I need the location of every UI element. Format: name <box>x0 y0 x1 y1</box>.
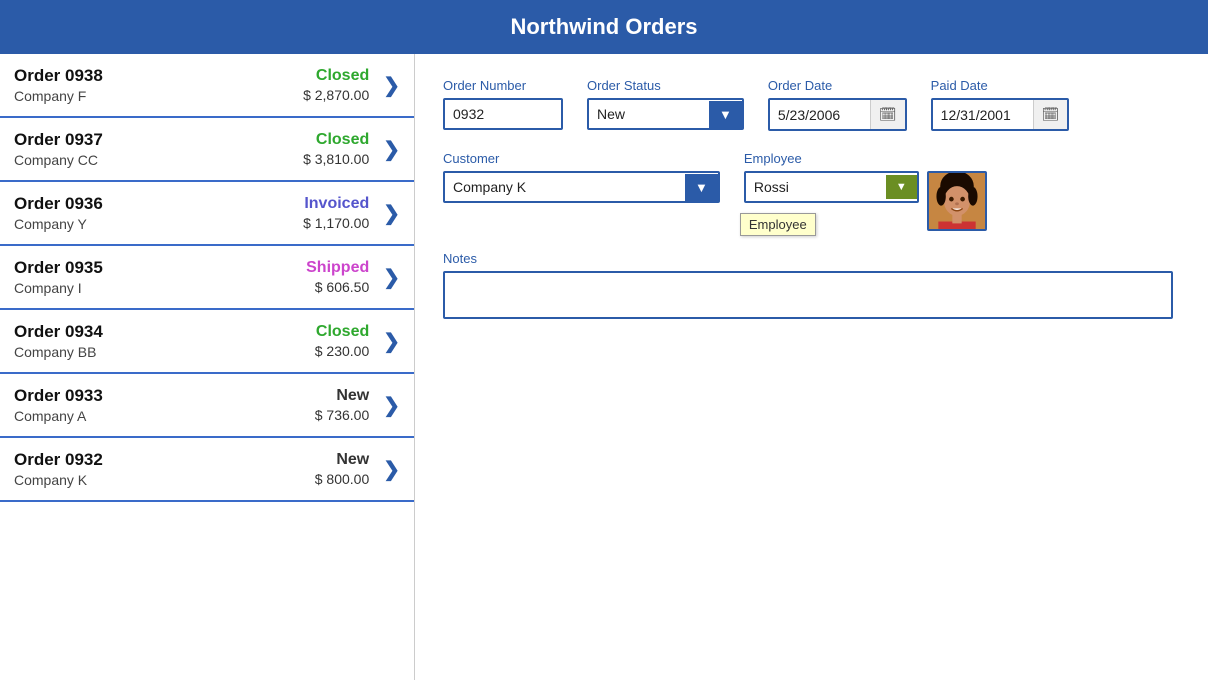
order-chevron-icon[interactable]: ❯ <box>383 329 400 354</box>
order-chevron-icon[interactable]: ❯ <box>383 265 400 290</box>
customer-select[interactable]: Company ACompany BCompany FCompany IComp… <box>445 173 685 201</box>
order-status-amount: New $ 800.00 <box>315 451 370 487</box>
order-amount: $ 2,870.00 <box>303 87 369 103</box>
order-date-input-wrapper: 🗓 <box>768 98 907 131</box>
order-status: New <box>315 387 370 405</box>
order-company: Company A <box>14 408 315 424</box>
order-info: Order 0937 Company CC <box>14 130 303 168</box>
order-item-order-0934[interactable]: Order 0934 Company BB Closed $ 230.00 ❯ <box>0 310 414 374</box>
employee-photo <box>927 171 987 231</box>
order-status-amount: Closed $ 3,810.00 <box>303 131 369 167</box>
order-title: Order 0936 <box>14 194 303 214</box>
order-date-input[interactable] <box>770 101 870 129</box>
order-item-order-0936[interactable]: Order 0936 Company Y Invoiced $ 1,170.00… <box>0 182 414 246</box>
order-item-order-0935[interactable]: Order 0935 Company I Shipped $ 606.50 ❯ <box>0 246 414 310</box>
order-status-dropdown-btn[interactable]: ▼ <box>709 101 742 128</box>
order-date-group: Order Date 🗓 <box>768 78 907 131</box>
order-info: Order 0933 Company A <box>14 386 315 424</box>
order-company: Company BB <box>14 344 315 360</box>
app-title: Northwind Orders <box>510 14 697 39</box>
order-chevron-icon[interactable]: ❯ <box>383 201 400 226</box>
order-status-amount: Shipped $ 606.50 <box>306 259 369 295</box>
order-amount: $ 3,810.00 <box>303 151 369 167</box>
order-status-label: Order Status <box>587 78 744 93</box>
order-title: Order 0937 <box>14 130 303 150</box>
order-title: Order 0938 <box>14 66 303 86</box>
employee-group: Employee ▼ Employee <box>744 151 987 231</box>
employee-input[interactable] <box>746 173 886 201</box>
order-chevron-icon[interactable]: ❯ <box>383 137 400 162</box>
order-info: Order 0938 Company F <box>14 66 303 104</box>
paid-date-group: Paid Date 🗓 <box>931 78 1070 131</box>
notes-textarea[interactable] <box>443 271 1173 319</box>
order-status-amount: Closed $ 230.00 <box>315 323 370 359</box>
order-company: Company K <box>14 472 315 488</box>
order-status: Closed <box>315 323 370 341</box>
app-header: Northwind Orders <box>0 0 1208 54</box>
notes-group: Notes <box>443 251 1180 319</box>
order-company: Company Y <box>14 216 303 232</box>
order-number-label: Order Number <box>443 78 563 93</box>
order-amount: $ 606.50 <box>306 279 369 295</box>
form-row-2: Customer Company ACompany BCompany FComp… <box>443 151 1180 231</box>
order-title: Order 0933 <box>14 386 315 406</box>
order-status: Closed <box>303 67 369 85</box>
order-item-order-0932[interactable]: Order 0932 Company K New $ 800.00 ❯ <box>0 438 414 502</box>
order-info: Order 0936 Company Y <box>14 194 303 232</box>
order-company: Company F <box>14 88 303 104</box>
order-status: Shipped <box>306 259 369 277</box>
customer-dropdown-btn[interactable]: ▼ <box>685 174 718 201</box>
order-status-select-wrapper: NewInvoicedShippedClosed ▼ <box>587 98 744 130</box>
order-title: Order 0935 <box>14 258 306 278</box>
employee-tooltip: Employee <box>740 213 816 236</box>
order-chevron-icon[interactable]: ❯ <box>383 393 400 418</box>
order-title: Order 0932 <box>14 450 315 470</box>
order-status: Invoiced <box>303 195 369 213</box>
order-item-order-0933[interactable]: Order 0933 Company A New $ 736.00 ❯ <box>0 374 414 438</box>
order-number-group: Order Number <box>443 78 563 130</box>
order-amount: $ 230.00 <box>315 343 370 359</box>
order-info: Order 0934 Company BB <box>14 322 315 360</box>
order-status-amount: Closed $ 2,870.00 <box>303 67 369 103</box>
order-title: Order 0934 <box>14 322 315 342</box>
order-amount: $ 800.00 <box>315 471 370 487</box>
order-number-input[interactable] <box>443 98 563 130</box>
customer-label: Customer <box>443 151 720 166</box>
customer-group: Customer Company ACompany BCompany FComp… <box>443 151 720 203</box>
employee-label: Employee <box>744 151 987 166</box>
order-chevron-icon[interactable]: ❯ <box>383 457 400 482</box>
order-status-amount: Invoiced $ 1,170.00 <box>303 195 369 231</box>
order-amount: $ 736.00 <box>315 407 370 423</box>
order-status: New <box>315 451 370 469</box>
paid-date-input[interactable] <box>933 101 1033 129</box>
employee-select-wrapper: ▼ <box>744 171 919 203</box>
order-info: Order 0932 Company K <box>14 450 315 488</box>
paid-date-calendar-btn[interactable]: 🗓 <box>1033 100 1068 129</box>
order-date-label: Order Date <box>768 78 907 93</box>
order-info: Order 0935 Company I <box>14 258 306 296</box>
paid-date-label: Paid Date <box>931 78 1070 93</box>
employee-row: ▼ Employee <box>744 171 987 231</box>
order-list: Order 0938 Company F Closed $ 2,870.00 ❯… <box>0 54 415 680</box>
order-chevron-icon[interactable]: ❯ <box>383 73 400 98</box>
customer-select-wrapper: Company ACompany BCompany FCompany IComp… <box>443 171 720 203</box>
order-status-group: Order Status NewInvoicedShippedClosed ▼ <box>587 78 744 130</box>
order-amount: $ 1,170.00 <box>303 215 369 231</box>
employee-select-group: ▼ Employee <box>744 171 919 203</box>
form-row-1: Order Number Order Status NewInvoicedShi… <box>443 78 1180 131</box>
order-company: Company I <box>14 280 306 296</box>
order-company: Company CC <box>14 152 303 168</box>
order-status-amount: New $ 736.00 <box>315 387 370 423</box>
paid-date-input-wrapper: 🗓 <box>931 98 1070 131</box>
order-status-select[interactable]: NewInvoicedShippedClosed <box>589 100 709 128</box>
order-date-calendar-btn[interactable]: 🗓 <box>870 100 905 129</box>
order-item-order-0938[interactable]: Order 0938 Company F Closed $ 2,870.00 ❯ <box>0 54 414 118</box>
order-item-order-0937[interactable]: Order 0937 Company CC Closed $ 3,810.00 … <box>0 118 414 182</box>
order-status: Closed <box>303 131 369 149</box>
detail-panel: Order Number Order Status NewInvoicedShi… <box>415 54 1208 680</box>
employee-dropdown-btn[interactable]: ▼ <box>886 175 917 199</box>
notes-label: Notes <box>443 251 1180 266</box>
